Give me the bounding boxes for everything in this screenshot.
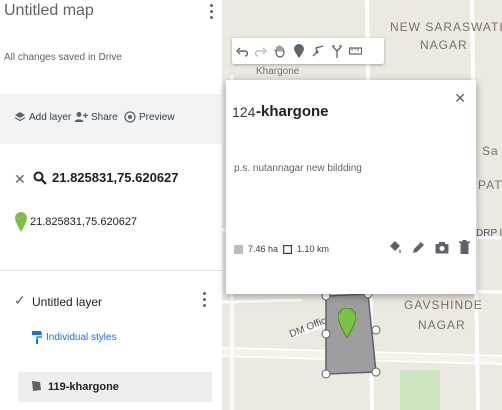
map-side-panel: Untitled map All changes saved in Drive …	[0, 0, 222, 410]
directions-button[interactable]	[327, 38, 346, 64]
redo-icon	[254, 47, 267, 57]
layer-options-icon[interactable]	[203, 292, 206, 307]
edit-icon[interactable]	[412, 241, 425, 254]
add-layer-button[interactable]: Add layer	[14, 111, 71, 123]
undo-icon	[235, 47, 248, 57]
draw-line-button[interactable]	[308, 38, 327, 64]
delete-icon[interactable]	[459, 240, 470, 254]
close-icon[interactable]: ✕	[14, 171, 26, 188]
polygon-vertex-handle[interactable]	[371, 367, 381, 377]
layer-style-link[interactable]: Individual styles	[32, 331, 117, 344]
hand-icon	[273, 44, 285, 58]
layers-icon	[14, 112, 26, 122]
search-result-item[interactable]: 21.825831,75.620627	[0, 210, 222, 236]
feature-list-item[interactable]: 119-khargone	[18, 372, 212, 402]
map-label-edge-drp: DRP li	[476, 228, 502, 239]
map-label-new-saraswati: NEW SARASWATI	[390, 20, 502, 34]
polygon-vertex-handle[interactable]	[321, 329, 331, 339]
save-status: All changes saved in Drive	[4, 52, 122, 63]
polygon-vertex-handle[interactable]	[371, 325, 381, 335]
marker-icon	[293, 44, 304, 58]
polygon-vertex-handle[interactable]	[321, 369, 331, 379]
directions-icon	[331, 44, 342, 58]
search-result-label: 21.825831,75.620627	[30, 216, 138, 228]
add-marker-button[interactable]	[289, 38, 308, 64]
undo-button[interactable]	[232, 38, 251, 64]
perimeter-icon	[283, 244, 293, 254]
layer-checkbox[interactable]: ✓	[14, 292, 26, 309]
map-label-khargone: Khargone	[256, 66, 300, 77]
feature-description[interactable]: p.s. nutannagar new bildding	[234, 163, 362, 174]
measure-button[interactable]	[346, 38, 365, 64]
add-person-icon	[74, 112, 88, 122]
redo-button[interactable]	[251, 38, 270, 64]
map-edit-toolbar	[232, 38, 384, 64]
title-row: Untitled map	[4, 0, 218, 28]
layer-name[interactable]: Untitled layer	[32, 295, 102, 309]
share-label: Share	[91, 111, 118, 123]
map-label-gavshinde: GAVSHINDE	[404, 298, 483, 312]
feature-name: 119-khargone	[48, 381, 119, 393]
map-label-edge-sa: Sa	[482, 144, 499, 158]
map-options-icon[interactable]	[210, 4, 214, 19]
map-marker-icon[interactable]	[338, 308, 356, 338]
add-layer-label: Add layer	[29, 111, 72, 123]
polygon-icon	[32, 381, 41, 391]
feature-info-popup: ✕ 124 -khargone p.s. nutannagar new bild…	[226, 80, 476, 294]
layer-header: ✓ Untitled layer	[0, 290, 222, 314]
paint-bucket-icon[interactable]	[388, 240, 402, 254]
map-title[interactable]: Untitled map	[4, 2, 94, 20]
share-button[interactable]: Share	[74, 111, 118, 123]
divider	[0, 270, 222, 271]
camera-icon[interactable]	[435, 241, 449, 254]
popup-actions	[388, 240, 470, 254]
area-icon	[234, 244, 243, 254]
paint-roller-icon	[32, 331, 42, 344]
feature-area: 7.46 ha	[248, 244, 279, 254]
map-label-new-saraswati-nagar: NAGAR	[420, 38, 468, 52]
preview-label: Preview	[139, 111, 175, 123]
search-icon	[33, 171, 47, 185]
select-hand-button[interactable]	[270, 38, 289, 64]
feature-title[interactable]: -khargone	[256, 103, 329, 120]
layer-style-label: Individual styles	[46, 332, 117, 343]
feature-measurements: 7.46 ha 1.10 km	[234, 244, 329, 254]
search-query: 21.825831,75.620627	[52, 170, 179, 185]
feature-perimeter: 1.10 km	[297, 244, 330, 254]
close-icon[interactable]: ✕	[454, 90, 466, 107]
panel-toolbar: Add layer Share Preview	[0, 94, 222, 144]
feature-number: 124	[232, 104, 256, 120]
eye-icon	[124, 111, 136, 123]
map-label-gavshinde-nagar: NAGAR	[418, 318, 466, 332]
ruler-icon	[349, 47, 362, 55]
search-result-header: ✕ 21.825831,75.620627	[0, 168, 222, 192]
map-label-edge-pat: PAT	[478, 178, 502, 192]
draw-line-icon	[312, 45, 323, 57]
preview-button[interactable]: Preview	[124, 111, 175, 123]
map-pin-icon	[15, 212, 27, 232]
